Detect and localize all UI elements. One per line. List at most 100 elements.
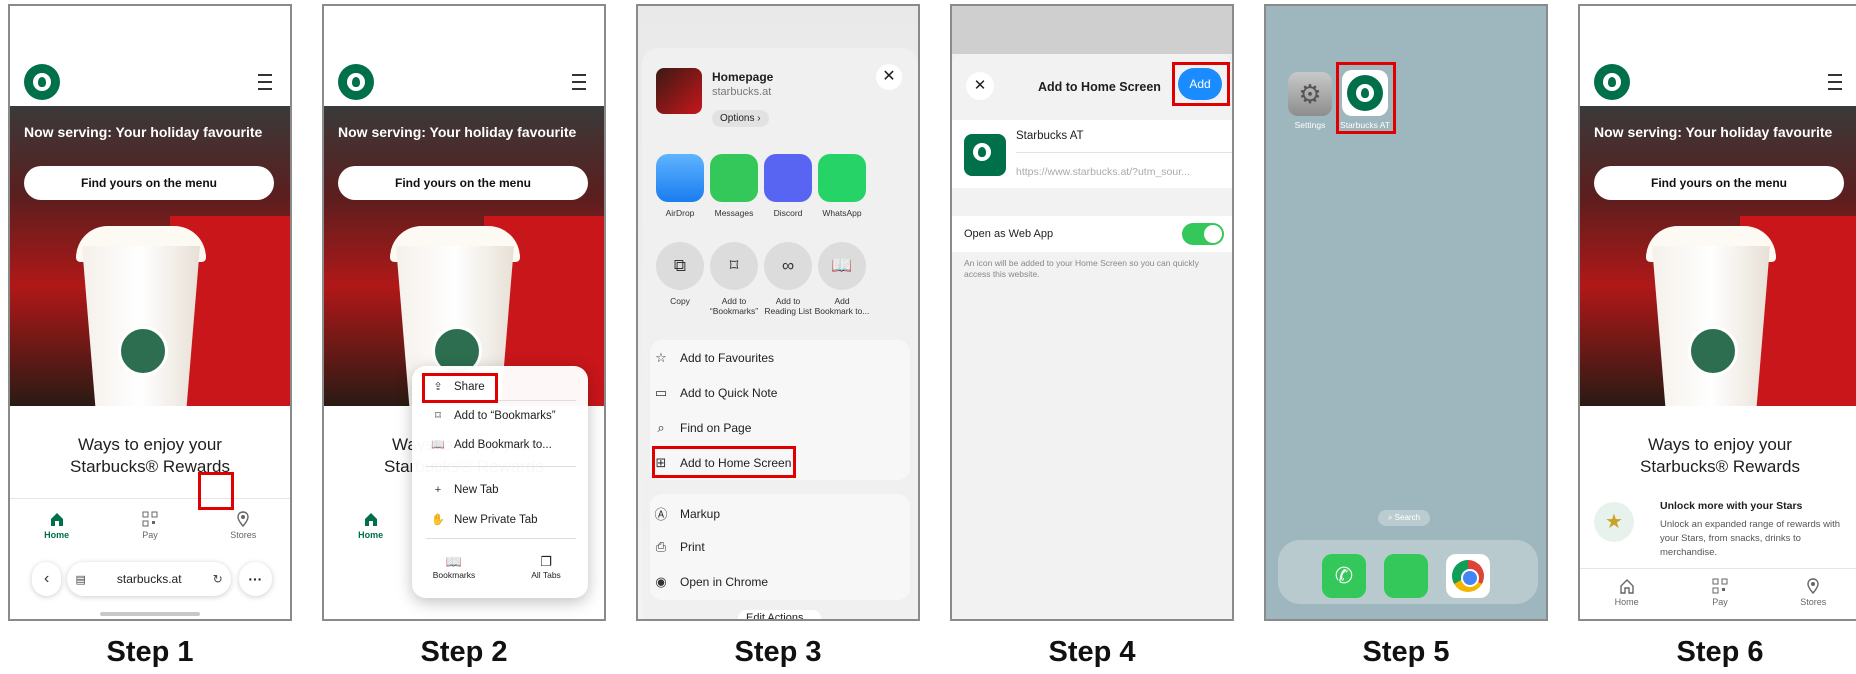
hamburger-menu-icon[interactable]: [258, 74, 272, 90]
settings-label: Settings: [1294, 120, 1326, 130]
search-pill[interactable]: ⌕ Search: [1378, 510, 1430, 526]
starbucks-logo-icon[interactable]: [24, 64, 60, 100]
step-4-label: Step 4: [1048, 636, 1136, 668]
close-icon[interactable]: ✕: [966, 72, 994, 100]
menu-item-add-bookmark-to[interactable]: 📖 Add Bookmark to...: [430, 438, 552, 452]
chrome-icon[interactable]: [1446, 554, 1490, 598]
step-6-label: Step 6: [1676, 636, 1764, 668]
action-label-add-bookmark-to: Add Bookmark to...: [814, 296, 870, 316]
find-on-menu-button[interactable]: Find yours on the menu: [1594, 166, 1844, 200]
home-indicator: [100, 612, 200, 616]
menu-item-new-private-tab[interactable]: ✋ New Private Tab: [430, 513, 537, 527]
location-pin-icon: [237, 511, 250, 527]
stars-illustration-icon: ★: [1594, 502, 1634, 542]
hamburger-menu-icon[interactable]: [572, 74, 586, 90]
chrome-icon: ◉: [655, 574, 667, 589]
plus-icon: +: [434, 484, 442, 496]
web-app-label: Open as Web App: [964, 228, 1054, 240]
row-open-in-chrome[interactable]: ◉ Open in Chrome: [652, 574, 768, 590]
bookmark-icon: ⌑: [435, 410, 441, 422]
reading-list-icon[interactable]: ∞: [764, 242, 812, 290]
settings-icon[interactable]: ⚙: [1288, 72, 1332, 116]
tab-stores[interactable]: Stores: [213, 511, 273, 540]
bottom-tab-bar: Home Pay Stores: [1580, 578, 1856, 607]
starbucks-app-icon: [964, 134, 1006, 176]
home-icon: [364, 513, 377, 526]
page-thumbnail: [656, 68, 702, 114]
app-name-input[interactable]: Starbucks AT: [1016, 130, 1084, 142]
discord-icon[interactable]: [764, 154, 812, 202]
airdrop-icon[interactable]: [656, 154, 704, 202]
find-icon: ⌕: [657, 420, 665, 435]
bookmarks-icon: 📖: [445, 554, 463, 569]
menu-item-new-tab[interactable]: + New Tab: [430, 484, 499, 496]
menu-item-add-to-bookmarks[interactable]: ⌑ Add to “Bookmarks”: [430, 409, 555, 423]
hero-title: Now serving: Your holiday favourite: [1594, 124, 1833, 140]
row-add-to-favourites[interactable]: ☆ Add to Favourites: [652, 350, 774, 366]
hero-title: Now serving: Your holiday favourite: [24, 124, 263, 140]
markup-icon: Ⓐ: [654, 507, 668, 522]
step-6-panel: Now serving: Your holiday favourite Find…: [1578, 4, 1856, 621]
rewards-heading: Ways to enjoy your Starbucks® Rewards: [70, 435, 230, 476]
row-print[interactable]: ⎙ Print: [652, 539, 705, 555]
starbucks-logo-icon[interactable]: [338, 64, 374, 100]
tab-home[interactable]: Home: [341, 511, 401, 540]
reload-icon[interactable]: ↻: [213, 572, 223, 586]
safari-address-bar: ‹ ▤ starbucks.at ↻ ···: [32, 561, 272, 597]
location-pin-icon: [1807, 578, 1820, 594]
quick-note-icon: ▭: [654, 385, 668, 400]
whatsapp-icon[interactable]: [818, 154, 866, 202]
messages-icon[interactable]: [710, 154, 758, 202]
step-1-label: Step 1: [106, 636, 194, 668]
options-button[interactable]: Options ›: [712, 110, 769, 127]
tab-stores[interactable]: Stores: [1783, 578, 1843, 607]
app-label-messages: Messages: [714, 208, 754, 218]
star-icon: ☆: [655, 350, 667, 365]
share-domain: starbucks.at: [712, 86, 772, 98]
home-icon: [50, 513, 63, 526]
book-icon: 📖: [431, 439, 445, 451]
step-1-panel: Now serving: Your holiday favourite Find…: [8, 4, 292, 621]
qr-code-icon: [1712, 578, 1728, 594]
messages-icon[interactable]: [1384, 554, 1428, 598]
tab-pay[interactable]: Pay: [1690, 578, 1750, 607]
app-label-discord: Discord: [773, 208, 803, 218]
tab-home[interactable]: Home: [27, 511, 87, 540]
tabs-icon: ❐: [540, 554, 552, 569]
reader-icon[interactable]: ▤: [75, 573, 85, 586]
add-home-title: Add to Home Screen: [1038, 80, 1161, 94]
highlight-add-to-home-screen: [652, 446, 796, 478]
book-icon[interactable]: 📖: [818, 242, 866, 290]
tab-pay[interactable]: Pay: [120, 511, 180, 540]
starbucks-logo-icon[interactable]: [1594, 64, 1630, 100]
hero-banner: Now serving: Your holiday favourite Find…: [324, 106, 604, 406]
menu-item-all-tabs[interactable]: ❐ All Tabs: [516, 554, 576, 580]
share-title: Homepage: [712, 70, 774, 84]
step-3-label: Step 3: [734, 636, 822, 668]
phone-icon[interactable]: ✆: [1322, 554, 1366, 598]
web-app-toggle[interactable]: [1182, 223, 1224, 245]
hero-banner: Now serving: Your holiday favourite Find…: [10, 106, 290, 406]
more-button[interactable]: ···: [238, 562, 272, 596]
row-find-on-page[interactable]: ⌕ Find on Page: [652, 420, 751, 436]
hamburger-menu-icon[interactable]: [1828, 74, 1842, 90]
back-button[interactable]: ‹: [32, 562, 62, 596]
tab-home[interactable]: Home: [1597, 578, 1657, 607]
copy-icon[interactable]: ⧉: [656, 242, 704, 290]
bottom-tab-bar: Home Pay Stores: [10, 511, 290, 540]
bookmark-icon[interactable]: ⌑: [710, 242, 758, 290]
row-add-to-quick-note[interactable]: ▭ Add to Quick Note: [652, 385, 778, 401]
highlight-add-button: [1172, 62, 1230, 106]
row-markup[interactable]: Ⓐ Markup: [652, 504, 720, 523]
edit-actions-button[interactable]: Edit Actions...: [738, 610, 821, 619]
app-label-whatsapp: WhatsApp: [822, 208, 862, 218]
print-icon: ⎙: [655, 539, 667, 554]
find-on-menu-button[interactable]: Find yours on the menu: [338, 166, 588, 200]
highlight-share: [422, 373, 498, 403]
close-icon[interactable]: ✕: [876, 64, 902, 90]
find-on-menu-button[interactable]: Find yours on the menu: [24, 166, 274, 200]
unlock-title: Unlock more with your Stars: [1660, 500, 1803, 512]
url-field[interactable]: ▤ starbucks.at ↻: [67, 562, 231, 596]
menu-item-bookmarks[interactable]: 📖 Bookmarks: [424, 554, 484, 580]
step-5-label: Step 5: [1362, 636, 1450, 668]
